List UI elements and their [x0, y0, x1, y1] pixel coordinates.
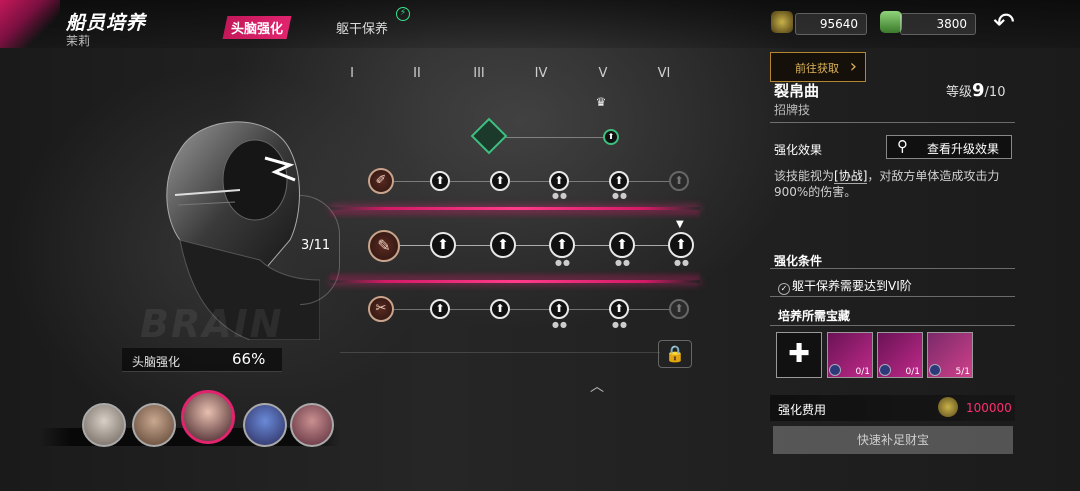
rank-dots: ●● [552, 191, 568, 200]
character-name: 茉莉 [66, 34, 91, 48]
divider [770, 296, 1015, 297]
upgrade-node[interactable]: ⬆ [609, 171, 629, 191]
upgrade-node[interactable]: ⬆ [430, 171, 450, 191]
view-upgrade-button[interactable]: ⚲ 查看升级效果 [886, 135, 1012, 159]
tree-connector [500, 137, 610, 138]
condition-label: 强化条件 [774, 254, 823, 268]
quick-fill-button[interactable]: 快速补足财宝 [773, 426, 1013, 454]
highlight-line-bottom [330, 280, 700, 283]
lock-icon[interactable]: 🔒 [658, 340, 692, 368]
crew-avatar[interactable] [132, 403, 176, 447]
tree-connector [380, 309, 680, 310]
rank-dots: ●● [555, 258, 571, 267]
divider [770, 268, 1015, 269]
brain-watermark: BRAIN [140, 302, 284, 346]
rank-badge-icon [879, 364, 891, 376]
check-circle-icon: ✓ [778, 283, 790, 295]
treasure-slot[interactable]: 5/1 [927, 332, 973, 378]
upgrade-node[interactable]: ⬆ [490, 232, 516, 258]
column-header: II [413, 66, 421, 81]
tree-connector [340, 352, 660, 353]
effect-label: 强化效果 [774, 143, 823, 157]
rank-dots: ●● [674, 258, 690, 267]
cash-currency-icon [880, 11, 902, 33]
bolt-badge-icon: ⚡ [396, 7, 410, 21]
crew-avatar[interactable] [82, 403, 126, 447]
cost-value: 100000 [966, 401, 1012, 415]
upgrade-node[interactable]: ⬆ [549, 171, 569, 191]
skill-level: 等级9/10 [946, 80, 1006, 101]
upgrade-node-current[interactable]: ⬆ [668, 232, 694, 258]
column-header: V [598, 66, 608, 81]
skill-node-row1[interactable]: ✐ [368, 168, 394, 194]
keyword-assist[interactable]: [协战] [834, 169, 868, 184]
special-node-small[interactable]: ⬆ [603, 129, 619, 145]
gear-currency-icon [771, 11, 793, 33]
title-accent [0, 0, 60, 48]
gear-currency-value: 95640 [795, 13, 867, 35]
skill-type: 招牌技 [774, 103, 811, 117]
upgrade-node[interactable]: ⬆ [490, 299, 510, 319]
crew-avatar[interactable] [243, 403, 287, 447]
divider [770, 122, 1015, 123]
skill-name: 裂帛曲 [774, 82, 820, 100]
crew-avatar[interactable] [290, 403, 334, 447]
tree-connector [380, 181, 680, 182]
selected-pointer-icon: ▼ [676, 219, 684, 230]
page-title: 船员培养 [66, 12, 147, 34]
gear-currency-icon [938, 397, 958, 417]
rank-dots: ●● [612, 191, 628, 200]
search-icon: ⚲ [897, 137, 908, 155]
upgrade-node[interactable]: ⬆ [609, 299, 629, 319]
treasure-slot[interactable]: 0/1 [877, 332, 923, 378]
upgrade-node-locked[interactable]: ⬆ [669, 299, 689, 319]
crown-icon[interactable]: ♛ [588, 95, 614, 109]
upgrade-node[interactable]: ⬆ [490, 171, 510, 191]
enhance-percent: 66% [232, 350, 266, 368]
add-treasure-button[interactable]: ✚ [776, 332, 822, 378]
crew-avatar-selected[interactable] [181, 390, 235, 444]
upgrade-node[interactable]: ⬆ [549, 232, 575, 258]
upgrade-node[interactable]: ⬆ [609, 232, 635, 258]
rank-dots: ●● [615, 258, 631, 267]
scroll-up-icon[interactable]: ︿ [590, 376, 604, 396]
column-header: IV [534, 66, 548, 81]
upgrade-node[interactable]: ⬆ [430, 232, 456, 258]
skill-node-row3[interactable]: ✂ [368, 296, 394, 322]
rank-badge-icon [929, 364, 941, 376]
column-header: I [350, 66, 354, 81]
tree-progress: 3/11 [301, 238, 331, 253]
column-header: VI [657, 66, 671, 81]
upgrade-node-locked[interactable]: ⬆ [669, 171, 689, 191]
rank-badge-icon [829, 364, 841, 376]
skill-node-selected[interactable]: ✎ [368, 230, 400, 262]
cost-label: 强化费用 [778, 403, 827, 417]
upgrade-node[interactable]: ⬆ [430, 299, 450, 319]
condition-text: ✓ 躯干保养需要达到VI阶 [778, 277, 912, 295]
skill-description: 该技能视为[协战]，对敌方单体造成攻击力900%的伤害。 [774, 169, 1000, 199]
rank-dots: ●● [612, 320, 628, 329]
divider [770, 325, 1015, 326]
treasure-label: 培养所需宝藏 [778, 309, 851, 323]
goto-obtain-button[interactable]: 前往获取 [770, 52, 866, 82]
upgrade-node[interactable]: ⬆ [549, 299, 569, 319]
highlight-line-top [330, 207, 700, 210]
cash-currency-value: 3800 [900, 13, 976, 35]
tab-body-maintenance[interactable]: 躯干保养 [330, 16, 394, 39]
back-button[interactable]: ↶ [988, 10, 1020, 38]
rank-dots: ●● [552, 320, 568, 329]
tab-brain-enhance[interactable]: 头脑强化 [222, 16, 292, 39]
column-header: III [473, 66, 485, 81]
special-node-diamond[interactable] [470, 117, 508, 155]
treasure-slot[interactable]: 0/1 [827, 332, 873, 378]
